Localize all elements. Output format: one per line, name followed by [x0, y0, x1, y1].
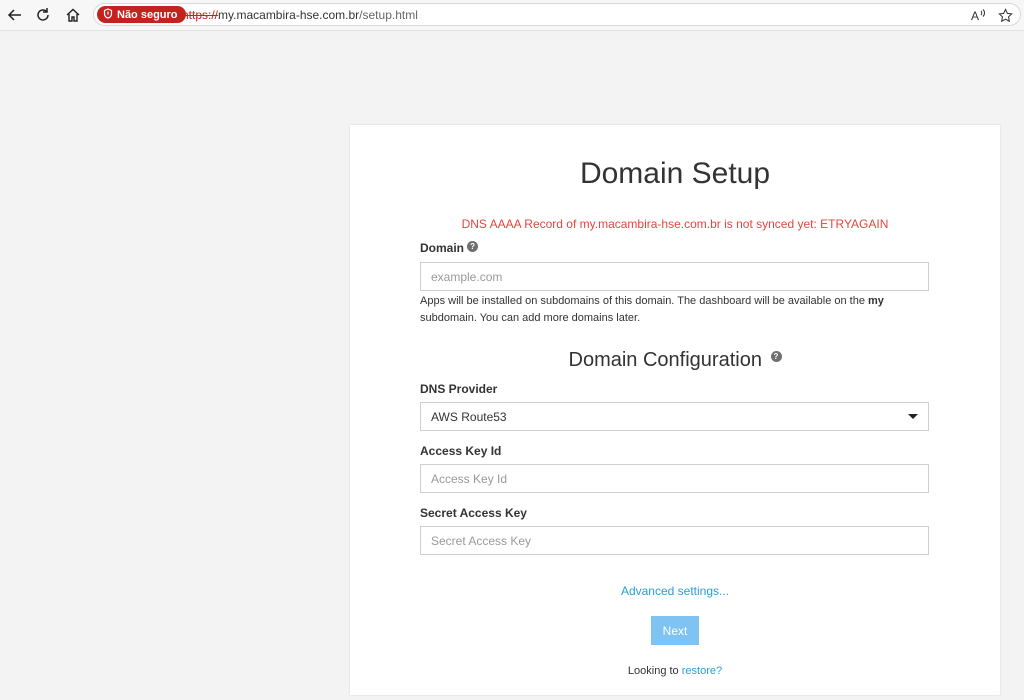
help-text-pre: Apps will be installed on subdomains of … — [420, 295, 869, 307]
url-scheme: https:// — [182, 8, 219, 22]
url-text[interactable]: https://my.macambira-hse.com.br/setup.ht… — [182, 8, 418, 22]
dns-provider-value: AWS Route53 — [431, 409, 507, 424]
secret-key-label: Secret Access Key — [420, 506, 527, 520]
page-title: Domain Setup — [579, 157, 771, 190]
url-host: my.macambira-hse.com.br — [218, 8, 360, 22]
access-key-label: Access Key Id — [420, 444, 502, 458]
home-icon[interactable] — [63, 5, 83, 25]
restore-link[interactable]: restore? — [682, 665, 722, 677]
next-button[interactable]: Next — [651, 616, 699, 645]
help-text-post: subdomain. You can add more domains late… — [420, 312, 641, 324]
secret-key-input[interactable] — [420, 526, 929, 555]
error-message: DNS AAAA Record of my.macambira-hse.com.… — [461, 217, 889, 231]
help-text-bold: my — [868, 295, 884, 307]
domain-label-text: Domain — [420, 241, 465, 255]
section-title-text: Domain Configuration — [568, 349, 762, 371]
shield-icon — [103, 7, 113, 22]
insecure-badge[interactable]: Não seguro — [97, 6, 186, 23]
advanced-settings-link[interactable]: Advanced settings... — [350, 584, 1000, 598]
reload-icon[interactable] — [33, 5, 53, 25]
access-key-input[interactable] — [420, 464, 929, 493]
url-path: /setup.html — [359, 8, 418, 22]
domain-help-icon[interactable]: ? — [467, 241, 479, 252]
section-title: Domain Configuration ? — [350, 349, 1000, 372]
setup-card: Domain Setup DNS AAAA Record of my.macam… — [350, 125, 1000, 695]
back-icon[interactable] — [5, 5, 25, 25]
dns-provider-label: DNS Provider — [420, 382, 498, 396]
restore-prefix: Looking to — [627, 665, 682, 677]
favorite-star-icon[interactable] — [996, 6, 1014, 24]
restore-text: Looking to restore? — [350, 665, 1000, 677]
read-aloud-icon[interactable]: A — [970, 6, 988, 24]
svg-text:A: A — [971, 9, 979, 22]
browser-toolbar: Não seguro https://my.macambira-hse.com.… — [0, 0, 1024, 31]
insecure-label: Não seguro — [117, 8, 178, 21]
domain-label: Domain? — [420, 241, 479, 255]
address-bar[interactable]: Não seguro https://my.macambira-hse.com.… — [93, 3, 1021, 26]
chevron-down-icon — [908, 414, 918, 419]
dns-provider-select[interactable]: AWS Route53 — [420, 402, 929, 431]
domain-input[interactable] — [420, 262, 929, 291]
config-help-icon[interactable]: ? — [770, 351, 782, 362]
domain-help-text: Apps will be installed on subdomains of … — [420, 293, 920, 327]
